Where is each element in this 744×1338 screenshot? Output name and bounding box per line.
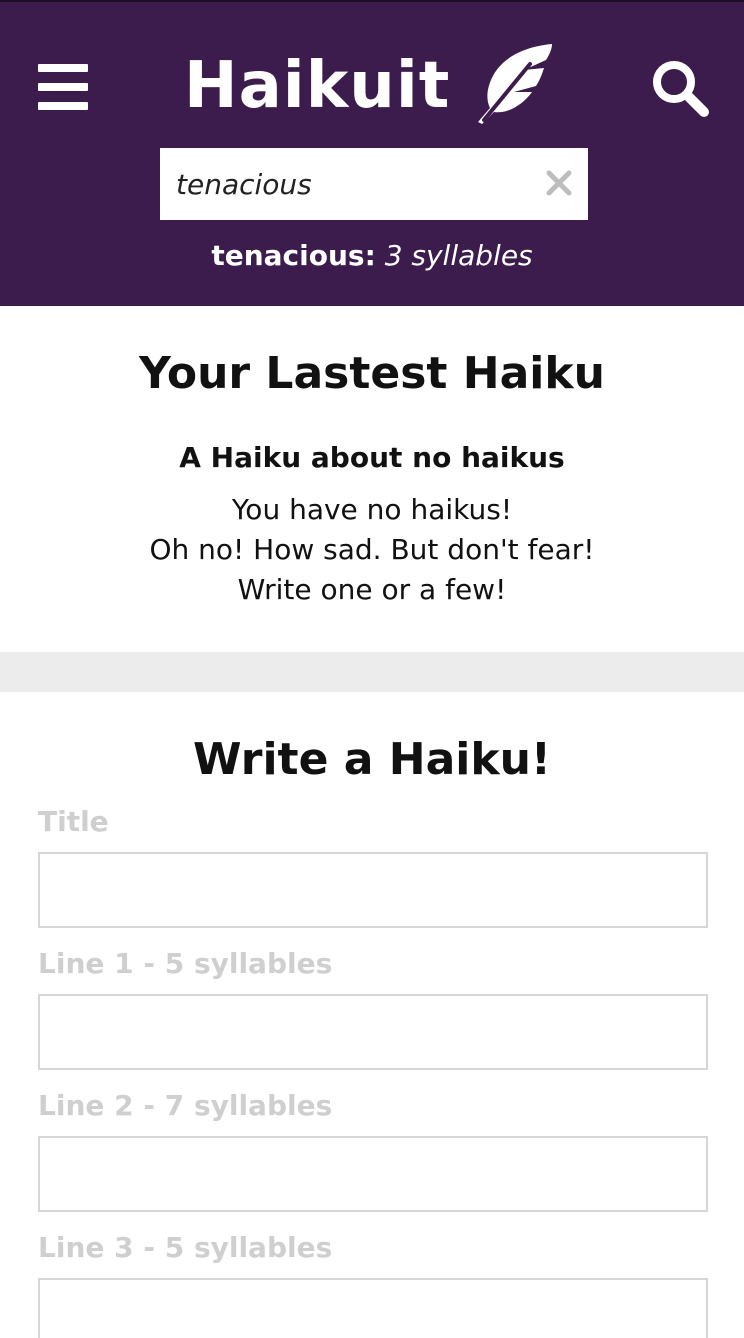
app-logo[interactable]: Haikuit xyxy=(180,40,560,126)
latest-haiku-heading: Your Lastest Haiku xyxy=(139,348,605,399)
syllable-word: tenacious: xyxy=(211,239,376,272)
section-divider xyxy=(0,652,744,692)
search-box xyxy=(160,148,588,220)
title-input[interactable] xyxy=(38,852,708,928)
write-haiku-section: Write a Haiku! Title Line 1 - 5 syllable… xyxy=(0,692,744,1338)
line-3-label: Line 3 - 5 syllables xyxy=(38,1231,333,1264)
line-2-label: Line 2 - 7 syllables xyxy=(38,1089,333,1122)
write-haiku-heading: Write a Haiku! xyxy=(193,734,551,785)
haiku-line-2: Oh no! How sad. But don't fear! xyxy=(149,533,595,566)
close-icon-graphic xyxy=(546,170,572,196)
search-icon-graphic xyxy=(653,61,709,117)
syllable-count: 3 syllables xyxy=(384,239,533,272)
search-icon[interactable] xyxy=(650,58,710,118)
line-1-label: Line 1 - 5 syllables xyxy=(38,947,333,980)
app-header: Haikuit tenacious: 3 syllables xyxy=(0,2,744,306)
line-1-input[interactable] xyxy=(38,994,708,1070)
haiku-title: A Haiku about no haikus xyxy=(179,441,565,474)
menu-bar-middle xyxy=(38,83,88,91)
haiku-line-3: Write one or a few! xyxy=(237,573,507,606)
search-input[interactable] xyxy=(176,148,536,220)
haiku-line-1: You have no haikus! xyxy=(231,493,513,526)
title-label: Title xyxy=(38,805,109,838)
latest-haiku-section: Your Lastest Haiku A Haiku about no haik… xyxy=(0,306,744,652)
syllable-result: tenacious: 3 syllables xyxy=(0,238,744,274)
menu-bar-bottom xyxy=(38,102,88,110)
menu-bar-top xyxy=(38,64,88,72)
line-3-input[interactable] xyxy=(38,1278,708,1338)
hamburger-menu-icon[interactable] xyxy=(38,64,88,110)
feather-icon xyxy=(478,44,552,124)
line-2-input[interactable] xyxy=(38,1136,708,1212)
close-icon[interactable] xyxy=(546,170,572,196)
logo-text: Haikuit xyxy=(184,49,451,123)
